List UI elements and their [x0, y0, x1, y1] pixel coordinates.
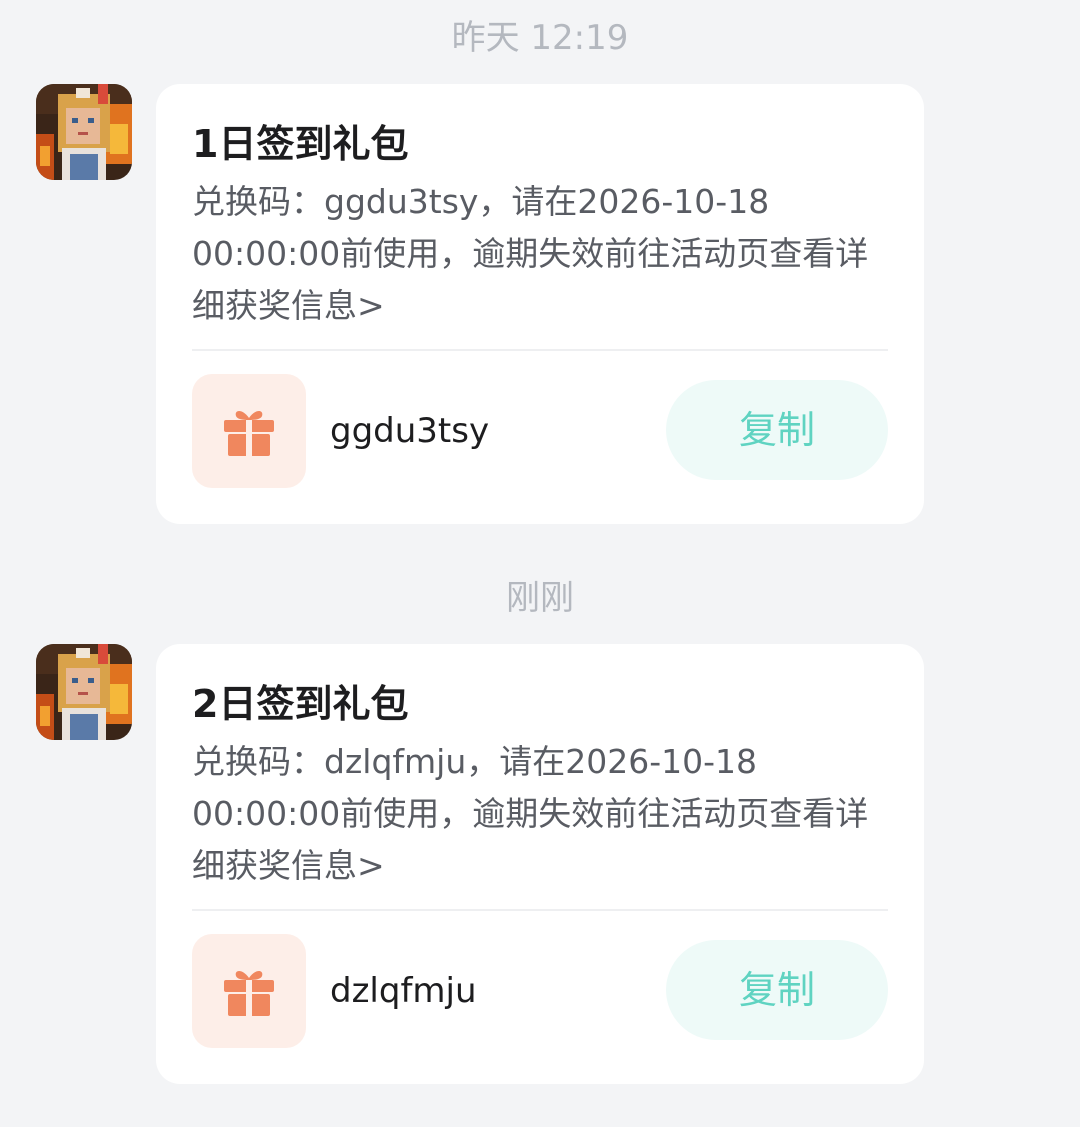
gift-icon-container [192, 934, 306, 1048]
gift-icon [224, 971, 274, 1016]
card-description[interactable]: 兑换码：ggdu3tsy，请在2026-10-18 00:00:00前使用，逾期… [192, 176, 892, 332]
copy-button[interactable]: 复制 [666, 940, 888, 1040]
avatar-image [36, 84, 132, 180]
code-text: dzlqfmju [330, 971, 477, 1011]
timestamp-yesterday: 昨天 12:19 [451, 18, 629, 58]
card-description[interactable]: 兑换码：dzlqfmju，请在2026-10-18 00:00:00前使用，逾期… [192, 736, 892, 892]
card-title: 1日签到礼包 [192, 122, 409, 166]
timestamp-just-now: 刚刚 [506, 578, 574, 618]
avatar[interactable] [36, 84, 132, 180]
avatar[interactable] [36, 644, 132, 740]
avatar-image [36, 644, 132, 740]
copy-button[interactable]: 复制 [666, 380, 888, 480]
divider [192, 909, 888, 911]
card-title: 2日签到礼包 [192, 682, 409, 726]
message-card[interactable]: 2日签到礼包 兑换码：dzlqfmju，请在2026-10-18 00:00:0… [156, 644, 924, 1084]
gift-icon-container [192, 374, 306, 488]
divider [192, 349, 888, 351]
code-text: ggdu3tsy [330, 411, 490, 451]
gift-icon [224, 411, 274, 456]
message-card[interactable]: 1日签到礼包 兑换码：ggdu3tsy，请在2026-10-18 00:00:0… [156, 84, 924, 524]
